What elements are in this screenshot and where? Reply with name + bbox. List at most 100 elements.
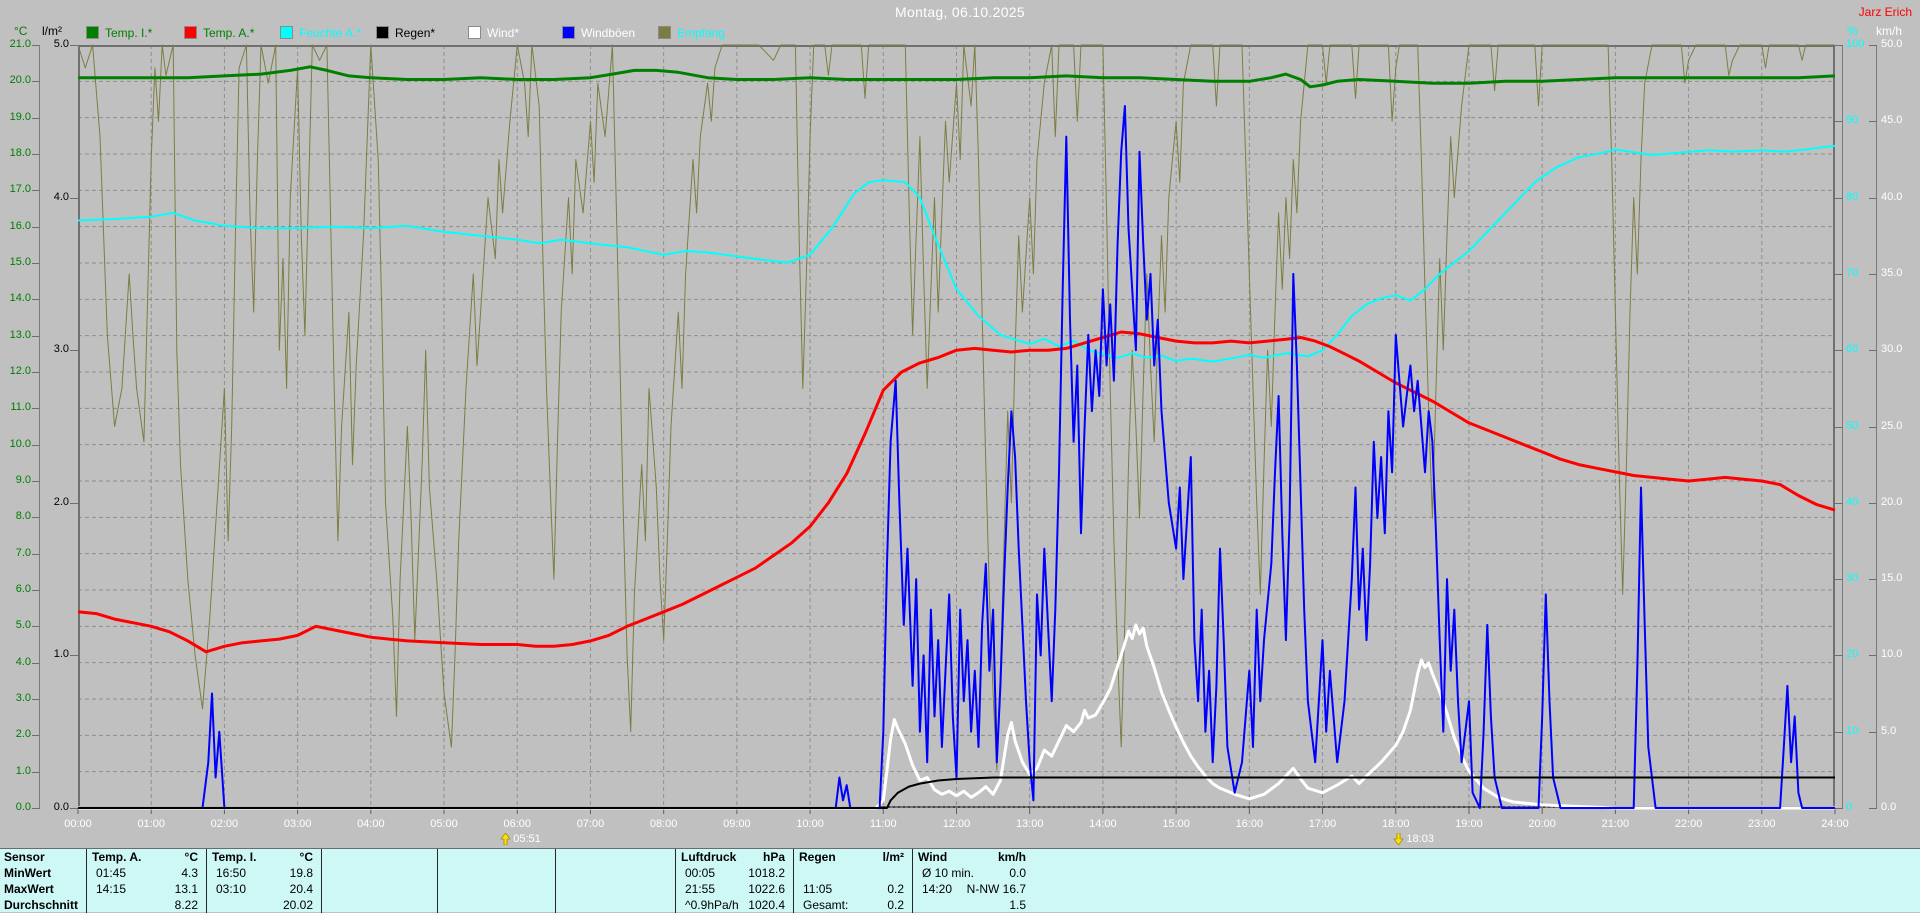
y-axis-wind-tick-label: 35.0 [1881,266,1903,279]
y-axis-humidity-tick [1835,350,1843,352]
y-axis-humidity-tick [1835,502,1843,504]
y-axis-wind-tick [1869,655,1877,657]
table-cell: 19.8 [289,866,313,880]
table-cell: 1.5 [1009,898,1026,912]
table-column-unit: km/h [997,850,1026,864]
y-axis-wind-tick-label: 30.0 [1881,343,1903,356]
x-axis-label: 10:00 [796,818,824,830]
table-cell: 1022.6 [748,882,785,896]
series-windboeen [78,105,1835,809]
table-cell: N-NW 16.7 [966,882,1026,896]
y-axis-wind-tick-label: 20.0 [1881,495,1903,508]
y-axis-humidity-tick [1835,579,1843,581]
y-axis-rain-tick [70,808,78,809]
x-axis-label: 23:00 [1748,818,1776,830]
plot-canvas [77,44,1836,814]
y-axis-temp-tick [32,808,39,809]
y-axis-temp-tick-label: 10.0 [9,437,31,450]
y-axis-temp-tick [32,154,39,155]
table-cell: 0.2 [887,898,904,912]
x-axis-label: 22:00 [1674,818,1703,830]
legend-item-wind: Wind* [468,26,519,40]
y-axis-temp-tick [32,553,39,555]
y-axis-wind-tick-label: 0.0 [1881,801,1897,813]
y-axis-temp-tick-label: 18.0 [9,147,31,159]
y-axis-temp-tick [32,335,39,337]
table-cell: 8.22 [174,898,198,912]
sunset-marker-icon [1393,833,1405,845]
y-axis-wind-tick [1869,45,1877,46]
y-axis-rain-tick [70,45,78,46]
y-axis-temp-axis-line [39,45,40,809]
series-temp-a [77,330,1836,654]
x-axis-label: 12:00 [942,818,971,830]
y-axis-humidity-tick [1835,273,1843,275]
y-axis-temp-tick [32,626,39,628]
x-axis-label: 08:00 [649,818,678,830]
y-axis-humidity-tick [1835,197,1843,199]
table-cell: 1020.4 [748,898,785,912]
y-axis-wind-tick-label: 25.0 [1881,419,1903,432]
legend-item-feuchte-a: Feuchte A.* [280,26,361,40]
legend-item-temp-a: Temp. A.* [184,25,255,40]
empfang-swatch-icon [658,26,671,39]
x-axis-label: 03:00 [283,818,312,830]
y-axis-temp-tick-label: 9.0 [15,474,31,486]
y-axis-temp-tick-label: 11.0 [10,401,31,414]
y-axis-temp-tick-label: 7.0 [15,546,31,559]
y-axis-temp-tick [32,408,39,410]
temp-a-swatch-icon [184,26,197,39]
legend-label-temp-a: Temp. A.* [203,25,255,40]
table-cell: 0.2 [887,882,904,896]
table-column-separator [437,849,438,913]
y-axis-humidity-tick [1835,45,1843,46]
y-axis-temp-tick-label: 2.0 [15,728,31,741]
y-axis-wind-tick-label: 15.0 [1881,572,1903,585]
y-axis-temp-tick [32,444,39,446]
x-axis-label: 01:00 [137,818,165,830]
x-axis-label: 02:00 [210,818,239,830]
table-cell: 20.4 [289,882,313,896]
y-axis-humidity-tick [1835,808,1843,809]
stats-table: Sensor MinWert MaxWert Durchschnitt Temp. A.… [0,848,1920,913]
x-axis-label: 05:00 [430,818,458,830]
y-axis-temp-tick-label: 12.0 [9,365,31,377]
y-axis-humidity-tick [1835,655,1843,657]
y-axis-temp-tick [32,263,39,264]
y-axis-rain-tick [70,350,78,352]
sunset-marker: 18:03 [1393,833,1434,845]
table-cell: 13.1 [174,882,198,896]
y-axis-temp-tick [32,372,39,373]
table-cell: 1018.2 [748,866,785,880]
table-column-separator [555,849,556,913]
table-column-separator [321,849,322,913]
table-cell: 0.0 [1009,866,1026,880]
y-axis-temp-tick-label: 8.0 [15,510,31,523]
y-axis-temp-tick [32,81,39,83]
x-axis-label: 09:00 [723,818,751,830]
y-axis-temp-tick [32,117,39,119]
y-axis-temp-tick-label: 14.0 [9,292,31,305]
y-axis-temp-tick-label: 6.0 [15,583,31,595]
x-axis-label: 11:00 [869,818,897,830]
y-axis-temp-tick [32,226,39,228]
temp-i-swatch-icon [86,26,99,39]
y-axis-rain-tick-label: 3.0 [53,343,69,356]
page-title: Montag, 06.10.2025 [895,4,1025,20]
x-axis-label: 18:00 [1381,818,1410,830]
y-axis-humidity-tick [1835,121,1843,123]
y-axis-temp-tick-label: 1.0 [15,764,31,777]
wind-swatch-icon [468,26,481,39]
y-axis-humidity-tick [1835,731,1843,733]
y-axis-wind-tick-label: 45.0 [1881,114,1903,127]
x-axis-label: 14:00 [1089,818,1117,830]
table-column-unit: hPa [762,850,785,864]
y-axis-rain-tick-label: 2.0 [53,495,69,508]
y-axis-temp-tick-label: 15.0 [9,256,31,268]
y-axis-rain-tick-label: 4.0 [53,190,69,203]
sunrise-marker: 05:51 [500,833,541,845]
y-axis-wind-tick [1869,197,1877,199]
y-axis-wind-tick [1869,350,1877,352]
table-cell: 4.3 [181,866,198,880]
x-axis-label: 19:00 [1455,818,1483,830]
